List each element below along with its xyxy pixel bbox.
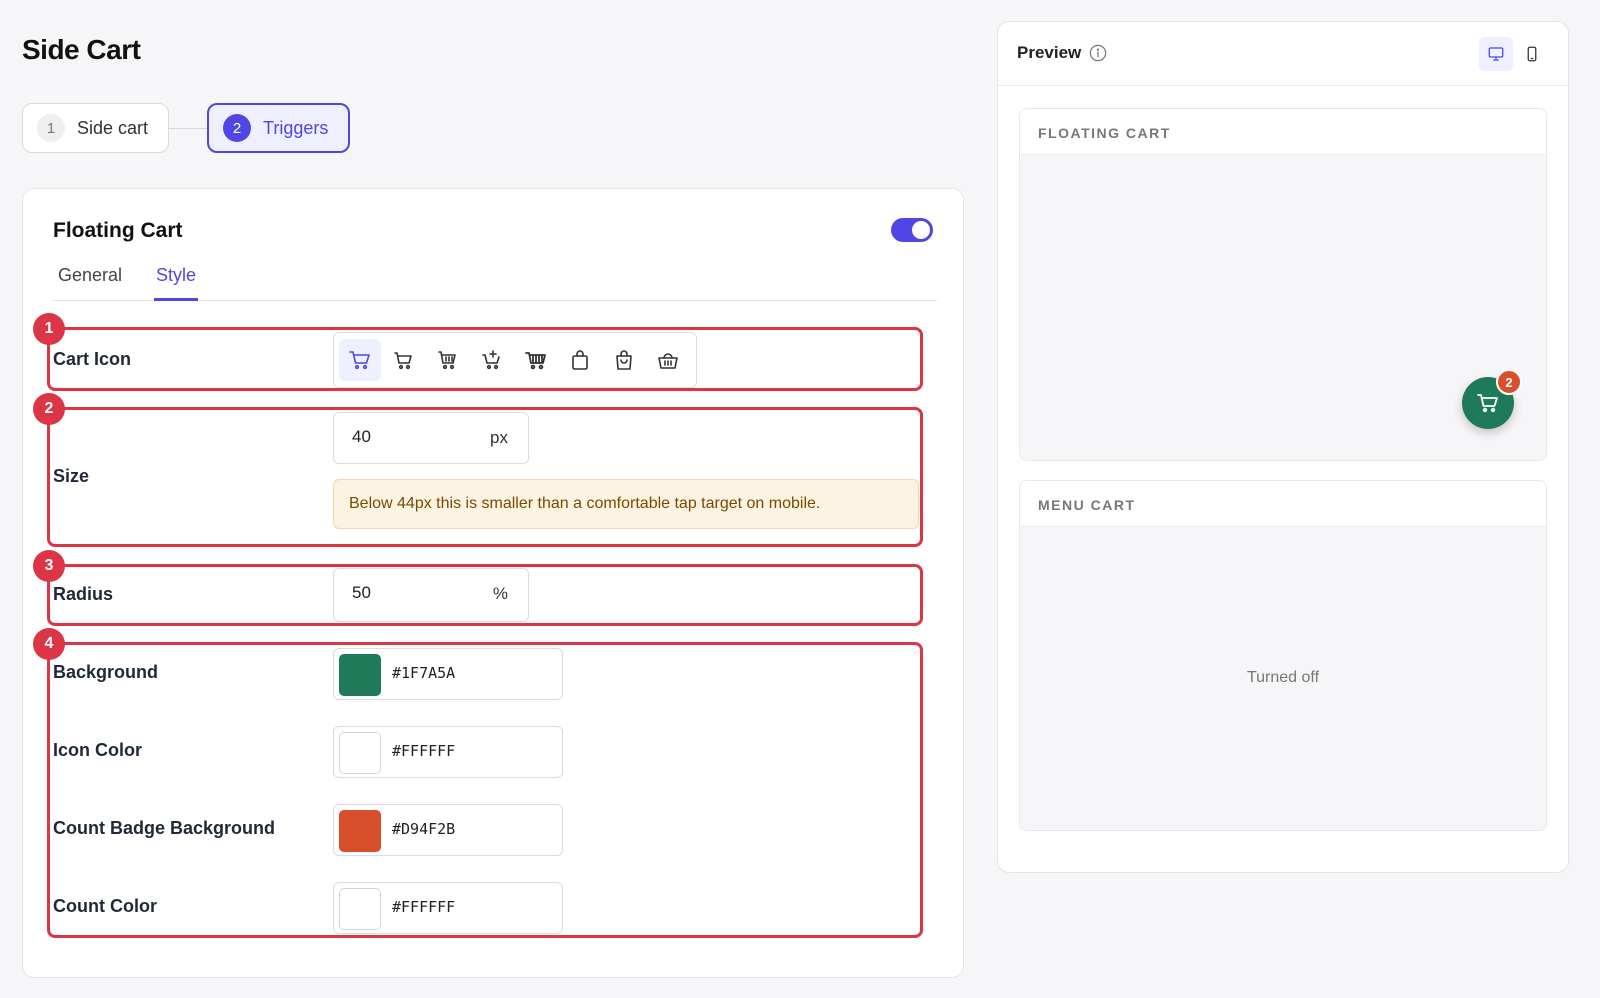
- floating-cart-preview: FLOATING CART 2: [1019, 108, 1547, 461]
- size-input-box: px: [333, 412, 529, 464]
- floating-cart-preview-label: FLOATING CART: [1020, 109, 1546, 155]
- badge-bg-hex: #D94F2B: [392, 820, 456, 838]
- mobile-icon[interactable]: [1515, 37, 1549, 71]
- annotation-box-3: 3 Radius %: [33, 550, 923, 626]
- cart-icon: [1477, 394, 1498, 413]
- menu-cart-preview: MENU CART Turned off: [1019, 480, 1547, 831]
- cart-plus-icon[interactable]: [471, 339, 513, 381]
- annotation-number: 2: [33, 393, 65, 425]
- page-title: Side Cart: [22, 34, 141, 65]
- size-input[interactable]: [352, 427, 472, 447]
- size-label: Size: [53, 466, 90, 486]
- cart-filled-icon[interactable]: [515, 339, 557, 381]
- shopping-bag-icon[interactable]: [603, 339, 645, 381]
- info-icon[interactable]: [1089, 44, 1107, 62]
- cart-icon-picker: [333, 332, 697, 388]
- cart-count-badge: 2: [1496, 369, 1522, 395]
- background-swatch[interactable]: [339, 654, 381, 696]
- tab-bar: General Style: [53, 261, 937, 301]
- step-side-cart[interactable]: 1 Side cart: [22, 103, 170, 153]
- tab-style[interactable]: Style: [154, 261, 199, 301]
- step-label: Side cart: [77, 117, 149, 138]
- desktop-icon[interactable]: [1479, 37, 1513, 71]
- radius-input-box: %: [333, 568, 529, 622]
- tab-general[interactable]: General: [56, 261, 124, 301]
- step-number: 2: [223, 114, 252, 142]
- radius-label: Radius: [53, 584, 114, 604]
- step-connector: [169, 127, 208, 129]
- floating-cart-toggle[interactable]: [891, 218, 933, 242]
- icon-color-swatch[interactable]: [339, 732, 381, 774]
- cart-basket-icon[interactable]: [427, 339, 469, 381]
- count-color-swatch[interactable]: [339, 888, 381, 930]
- preview-header: Preview: [998, 22, 1568, 86]
- annotation-number: 4: [33, 628, 65, 660]
- icon-color-input[interactable]: #FFFFFF: [333, 726, 563, 778]
- menu-cart-status: Turned off: [1246, 669, 1320, 686]
- badge-bg-color-input[interactable]: #D94F2B: [333, 804, 563, 856]
- cart-icon[interactable]: [339, 339, 381, 381]
- annotation-box-1: 1 Cart Icon: [33, 313, 923, 391]
- count-color-hex: #FFFFFF: [392, 898, 456, 916]
- bag-icon[interactable]: [559, 339, 601, 381]
- background-hex: #1F7A5A: [392, 664, 456, 682]
- step-label: Triggers: [263, 117, 329, 138]
- background-label: Background: [53, 662, 159, 682]
- annotation-number: 1: [33, 313, 65, 345]
- menu-cart-preview-label: MENU CART: [1020, 481, 1546, 527]
- count-color-input[interactable]: #FFFFFF: [333, 882, 563, 934]
- step-number: 1: [37, 114, 65, 142]
- cart-outline-icon[interactable]: [383, 339, 425, 381]
- floating-cart-card: Floating Cart General Style 1 Cart Icon: [22, 188, 964, 978]
- annotation-box-2: 2 Size px Below 44px this is smaller tha…: [33, 393, 923, 547]
- annotation-number: 3: [33, 550, 65, 582]
- badge-bg-label: Count Badge Background: [53, 818, 276, 838]
- step-triggers[interactable]: 2 Triggers: [207, 103, 351, 153]
- basket-icon[interactable]: [647, 339, 689, 381]
- radius-unit: %: [492, 584, 508, 603]
- preview-panel: Preview FLOATING CART 2 MENU CART Turned…: [997, 21, 1569, 873]
- icon-color-hex: #FFFFFF: [392, 742, 456, 760]
- radius-input[interactable]: [352, 583, 472, 603]
- icon-color-label: Icon Color: [53, 740, 142, 760]
- size-unit: px: [490, 428, 508, 447]
- floating-cart-button[interactable]: 2: [1462, 369, 1522, 429]
- background-color-input[interactable]: #1F7A5A: [333, 648, 563, 700]
- size-warning: Below 44px this is smaller than a comfor…: [333, 479, 919, 529]
- badge-bg-swatch[interactable]: [339, 810, 381, 852]
- preview-title: Preview: [1017, 43, 1082, 62]
- toggle-knob: [912, 221, 930, 239]
- annotation-box-4: 4 Background #1F7A5A Icon Color #FFFFFF …: [33, 628, 923, 938]
- cart-icon-label: Cart Icon: [53, 349, 132, 369]
- count-color-label: Count Color: [53, 896, 157, 916]
- card-title: Floating Cart: [53, 219, 183, 242]
- stepper: 1 Side cart 2 Triggers: [22, 103, 351, 153]
